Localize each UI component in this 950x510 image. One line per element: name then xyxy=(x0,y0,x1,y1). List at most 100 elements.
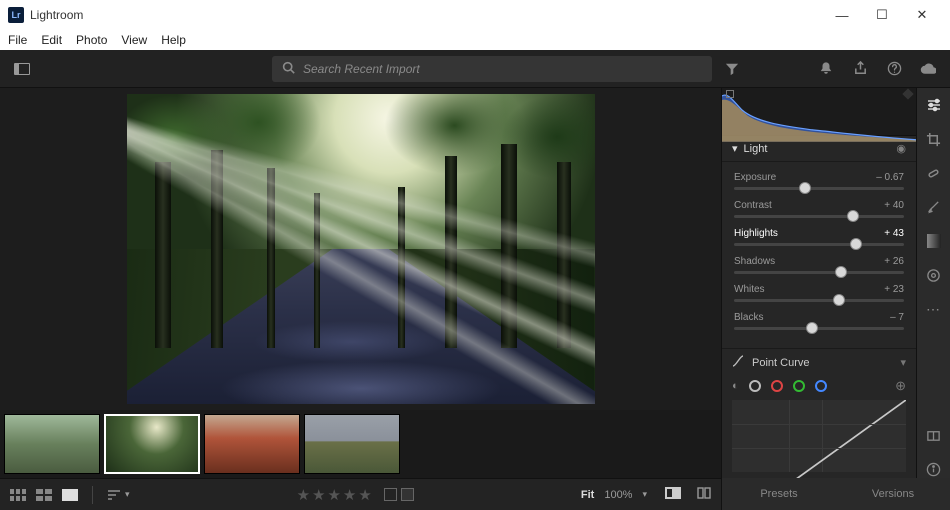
info-icon[interactable] xyxy=(925,460,943,478)
heal-icon[interactable] xyxy=(925,164,943,182)
linear-gradient-icon[interactable] xyxy=(925,232,943,250)
slider-value: + 40 xyxy=(884,200,904,211)
slider-label: Blacks xyxy=(734,312,763,323)
top-toolbar: Search Recent Import xyxy=(0,50,950,88)
slider-track[interactable] xyxy=(734,243,904,246)
slider-knob[interactable] xyxy=(847,210,859,222)
help-icon[interactable] xyxy=(886,61,902,77)
window-titlebar: Lr Lightroom — ☐ ✕ xyxy=(0,0,950,30)
app-title: Lightroom xyxy=(30,8,83,22)
channel-red[interactable] xyxy=(771,380,783,392)
slider-value: + 26 xyxy=(884,256,904,267)
slider-value: + 43 xyxy=(884,228,904,239)
view-original-icon[interactable] xyxy=(665,487,681,502)
slider-exposure[interactable]: Exposure – 0.67 xyxy=(734,172,904,190)
window-maximize-button[interactable]: ☐ xyxy=(862,0,902,30)
slider-knob[interactable] xyxy=(835,266,847,278)
menu-edit[interactable]: Edit xyxy=(41,33,62,47)
window-close-button[interactable]: ✕ xyxy=(902,0,942,30)
light-sliders: Exposure – 0.67 Contrast + 40 Highlights + 43… xyxy=(722,162,916,348)
slider-label: Highlights xyxy=(734,228,778,239)
zoom-value[interactable]: 100% xyxy=(604,489,632,501)
channel-green[interactable] xyxy=(793,380,805,392)
slider-knob[interactable] xyxy=(833,294,845,306)
tool-strip: ⋯ xyxy=(916,88,950,478)
main-photo xyxy=(127,94,595,404)
radial-gradient-icon[interactable] xyxy=(925,266,943,284)
grid-small-icon[interactable] xyxy=(10,489,26,501)
slider-label: Exposure xyxy=(734,172,776,183)
edit-panel: ▾ Light ◉ Exposure – 0.67 Contrast + 40 High… xyxy=(721,88,916,478)
slider-track[interactable] xyxy=(734,187,904,190)
grid-large-icon[interactable] xyxy=(36,489,52,501)
thumbnail[interactable] xyxy=(304,414,400,474)
slider-label: Contrast xyxy=(734,200,772,211)
cloud-icon[interactable] xyxy=(920,61,936,77)
search-placeholder: Search Recent Import xyxy=(303,62,420,76)
slider-contrast[interactable]: Contrast + 40 xyxy=(734,200,904,218)
single-view-icon[interactable] xyxy=(62,489,78,501)
fit-label[interactable]: Fit xyxy=(581,489,594,501)
tone-curve[interactable] xyxy=(732,400,906,472)
channel-luma[interactable] xyxy=(749,380,761,392)
flag-reject-icon[interactable] xyxy=(401,488,414,501)
slider-whites[interactable]: Whites + 23 xyxy=(734,284,904,302)
filter-icon[interactable] xyxy=(724,61,740,77)
compare-icon[interactable] xyxy=(697,486,711,503)
window-minimize-button[interactable]: — xyxy=(822,0,862,30)
eye-icon[interactable]: ◉ xyxy=(896,142,906,155)
slider-highlights[interactable]: Highlights + 43 xyxy=(734,228,904,246)
tab-presets[interactable]: Presets xyxy=(722,478,836,510)
app-icon: Lr xyxy=(8,7,24,23)
slider-knob[interactable] xyxy=(806,322,818,334)
point-curve-title: Point Curve xyxy=(752,357,809,369)
menu-bar: File Edit Photo View Help xyxy=(0,30,950,50)
slider-value: + 23 xyxy=(884,284,904,295)
share-icon[interactable] xyxy=(852,61,868,77)
rating-stars[interactable]: ★★★★★ xyxy=(297,486,374,504)
thumbnail[interactable] xyxy=(4,414,100,474)
search-input[interactable]: Search Recent Import xyxy=(272,56,712,82)
slider-track[interactable] xyxy=(734,215,904,218)
tab-versions[interactable]: Versions xyxy=(836,478,950,510)
light-title: Light xyxy=(744,143,768,155)
menu-photo[interactable]: Photo xyxy=(76,33,107,47)
slider-label: Whites xyxy=(734,284,765,295)
panel-tabs: Presets Versions xyxy=(721,478,950,510)
slider-value: – 7 xyxy=(890,312,904,323)
target-icon[interactable]: ⊕ xyxy=(895,378,906,394)
more-icon[interactable]: ⋯ xyxy=(925,300,943,318)
clip-indicator-left[interactable] xyxy=(726,90,734,98)
chevron-down-icon[interactable]: ▾ xyxy=(900,356,906,369)
brush-icon[interactable] xyxy=(925,198,943,216)
thumbnail[interactable] xyxy=(204,414,300,474)
crop-icon[interactable] xyxy=(925,130,943,148)
sliders-icon[interactable] xyxy=(925,96,943,114)
curve-channels: ◐ ⊕ xyxy=(732,378,906,394)
curve-icon xyxy=(732,355,744,370)
slider-value: – 0.67 xyxy=(876,172,904,183)
slider-blacks[interactable]: Blacks – 7 xyxy=(734,312,904,330)
sort-icon[interactable]: ▾ xyxy=(107,489,130,501)
slider-track[interactable] xyxy=(734,327,904,330)
slider-knob[interactable] xyxy=(799,182,811,194)
slider-label: Shadows xyxy=(734,256,775,267)
menu-help[interactable]: Help xyxy=(161,33,186,47)
parametric-icon[interactable]: ◐ xyxy=(732,380,739,392)
menu-view[interactable]: View xyxy=(121,33,147,47)
menu-file[interactable]: File xyxy=(8,33,27,47)
channel-blue[interactable] xyxy=(815,380,827,392)
slider-knob[interactable] xyxy=(850,238,862,250)
bell-icon[interactable] xyxy=(818,61,834,77)
thumbnail-selected[interactable] xyxy=(104,414,200,474)
slider-track[interactable] xyxy=(734,271,904,274)
chevron-down-icon: ▾ xyxy=(732,142,738,155)
canvas-area[interactable] xyxy=(0,88,721,410)
histogram[interactable] xyxy=(722,88,916,136)
slider-shadows[interactable]: Shadows + 26 xyxy=(734,256,904,274)
flag-pick-icon[interactable] xyxy=(384,488,397,501)
original-toggle-icon[interactable] xyxy=(925,426,943,444)
panel-toggle-icon[interactable] xyxy=(14,63,30,75)
slider-track[interactable] xyxy=(734,299,904,302)
filmstrip xyxy=(0,410,721,478)
